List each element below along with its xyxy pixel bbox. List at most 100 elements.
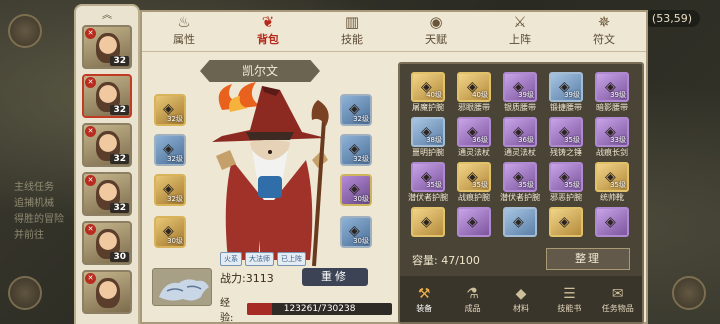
- tab-2[interactable]: ▥ 技能: [322, 13, 382, 47]
- inventory-item[interactable]: ◈ 35级 潜伏者护腕: [500, 162, 540, 203]
- item-frame: ◈ 36级: [457, 117, 491, 147]
- exp-value: 123261/730238: [283, 304, 356, 314]
- item-name: 战痕长剑: [596, 148, 628, 157]
- equipment-slot[interactable]: ◈ 30级: [340, 174, 372, 206]
- item-frame: ◈ 39级: [595, 72, 629, 102]
- category-tab-0[interactable]: ⚒ 装备: [402, 285, 446, 314]
- remove-icon[interactable]: ✕: [85, 28, 96, 39]
- inventory-item[interactable]: ◈: [546, 207, 586, 240]
- item-name: 战痕护腕: [458, 193, 490, 202]
- item-frame: ◈ 36级: [503, 117, 537, 147]
- pet-slot[interactable]: [152, 268, 212, 306]
- slot-level: 32级: [353, 115, 369, 123]
- inventory-item[interactable]: ◈ 35级 邪恶护腕: [546, 162, 586, 203]
- flame-icon: ♨: [177, 13, 191, 31]
- collapse-arrow-icon[interactable]: ︽: [76, 6, 138, 21]
- tab-4[interactable]: ⚔ 上阵: [490, 13, 550, 47]
- potion-icon: ⚗: [466, 285, 479, 302]
- equipment-slot[interactable]: ◈ 32级: [340, 134, 372, 166]
- tab-1[interactable]: ❦ 背包: [238, 13, 298, 47]
- inventory-grid[interactable]: ◈ 40级 屠魔护腕 ◈ 40级 邪眼腰带 ◈ 39级 银质腰带 ◈ 39级 锻…: [408, 72, 640, 240]
- quest-line: 主线任务: [14, 182, 54, 193]
- category-tab-1[interactable]: ⚗ 成品: [451, 285, 495, 314]
- hero-card[interactable]: ✕ 32: [82, 123, 132, 167]
- category-label: 任务物品: [601, 303, 634, 313]
- remove-icon[interactable]: ✕: [85, 77, 96, 88]
- category-tab-2[interactable]: ◆ 材料: [499, 285, 543, 314]
- inventory-item[interactable]: ◈ 39级 银质腰带: [500, 72, 540, 113]
- tab-label: 背包: [257, 33, 279, 46]
- item-name: 银质腰带: [504, 103, 536, 112]
- inventory-item[interactable]: ◈ 36级 通灵法杖: [454, 117, 494, 158]
- inventory-item[interactable]: ◈ 35级 潜伏者护腕: [408, 162, 448, 203]
- item-level: 35级: [518, 181, 534, 189]
- slot-level: 32级: [167, 195, 183, 203]
- corner-action-button[interactable]: [672, 276, 706, 310]
- equipment-slot[interactable]: ◈ 32级: [154, 94, 186, 126]
- item-frame: ◈ 35级: [503, 162, 537, 192]
- hero-card[interactable]: ✕ 30: [82, 221, 132, 265]
- inventory-item[interactable]: ◈ 35级 残铸之锤: [546, 117, 586, 158]
- inventory-item[interactable]: ◈ 35级 统帅靴: [592, 162, 632, 203]
- quest-line: 得胜的冒险: [14, 214, 64, 225]
- gear-item-icon: ◈: [605, 214, 616, 230]
- quest-tracker[interactable]: 主线任务 追捕机械 得胜的冒险 并前往: [14, 180, 64, 244]
- character-tags: 火系 大法师 已上阵: [220, 252, 306, 266]
- hero-level: 32: [110, 105, 129, 115]
- remove-icon[interactable]: ✕: [85, 273, 96, 284]
- remove-icon[interactable]: ✕: [85, 126, 96, 137]
- inventory-item[interactable]: ◈: [408, 207, 448, 240]
- inventory-item[interactable]: ◈ 38级 噩明护腕: [408, 117, 448, 158]
- remove-icon[interactable]: ✕: [85, 224, 96, 235]
- tab-3[interactable]: ◉ 天赋: [406, 13, 466, 47]
- avatar-button[interactable]: [8, 14, 42, 48]
- remove-icon[interactable]: ✕: [85, 175, 96, 186]
- item-name: 潜伏者护腕: [500, 193, 540, 202]
- inventory-item[interactable]: ◈ 40级 邪眼腰带: [454, 72, 494, 113]
- item-level: 38级: [426, 136, 442, 144]
- equipment-slot[interactable]: ◈ 30级: [154, 216, 186, 248]
- ore-icon: ◆: [515, 285, 527, 302]
- inventory-item[interactable]: ◈ 33级 战痕长剑: [592, 117, 632, 158]
- tab-0[interactable]: ♨ 属性: [154, 13, 214, 47]
- equipment-slot[interactable]: ◈ 32级: [154, 174, 186, 206]
- item-name: 邪眼腰带: [458, 103, 490, 112]
- slot-level: 32级: [167, 155, 183, 163]
- hero-list[interactable]: ︽ ✕ 32 ✕ 32 ✕ 32 ✕ 32 ✕ 30 ✕: [76, 6, 138, 324]
- inventory-item[interactable]: ◈ 35级 战痕护腕: [454, 162, 494, 203]
- item-level: 40级: [426, 91, 442, 99]
- item-name: 通灵法杖: [504, 148, 536, 157]
- corner-menu-button[interactable]: [8, 276, 42, 310]
- equipment-slot[interactable]: ◈ 32级: [154, 134, 186, 166]
- equipment-slot[interactable]: ◈ 32级: [340, 94, 372, 126]
- item-frame: ◈: [549, 207, 583, 237]
- inventory-category-tabs: ⚒ 装备 ⚗ 成品 ◆ 材料 ☰ 技能书 ✉ 任务物品: [400, 276, 642, 322]
- capacity-value: 47/100: [441, 254, 480, 267]
- hero-card[interactable]: ✕ 32: [82, 74, 132, 118]
- equipment-slot[interactable]: ◈ 30级: [340, 216, 372, 248]
- item-level: 33级: [610, 136, 626, 144]
- item-name: 统帅靴: [600, 193, 624, 202]
- hero-card[interactable]: ✕ 32: [82, 172, 132, 216]
- inventory-item[interactable]: ◈: [592, 207, 632, 240]
- tab-5[interactable]: ✵ 符文: [574, 13, 634, 47]
- hero-card[interactable]: ✕: [82, 270, 132, 314]
- character-tag: 火系: [220, 252, 242, 266]
- sort-button[interactable]: 整理: [546, 248, 630, 270]
- inventory-item[interactable]: ◈ 40级 屠魔护腕: [408, 72, 448, 113]
- category-tab-3[interactable]: ☰ 技能书: [547, 285, 591, 314]
- item-name: 残铸之锤: [550, 148, 582, 157]
- inventory-item[interactable]: ◈: [454, 207, 494, 240]
- inventory-item[interactable]: ◈ 39级 锻捷腰带: [546, 72, 586, 113]
- inventory-item[interactable]: ◈ 39级 暗影腰带: [592, 72, 632, 113]
- rebuild-button[interactable]: 重修: [302, 268, 368, 286]
- item-level: 39级: [564, 91, 580, 99]
- inventory-item[interactable]: ◈ 36级 通灵法杖: [500, 117, 540, 158]
- category-tab-4[interactable]: ✉ 任务物品: [596, 285, 640, 314]
- gear-item-icon: ◈: [559, 214, 570, 230]
- bag-capacity: 容量: 47/100: [412, 252, 480, 268]
- hero-card[interactable]: ✕ 32: [82, 25, 132, 69]
- tab-label: 上阵: [509, 33, 531, 46]
- inventory-item[interactable]: ◈: [500, 207, 540, 240]
- hero-portrait: [96, 278, 120, 308]
